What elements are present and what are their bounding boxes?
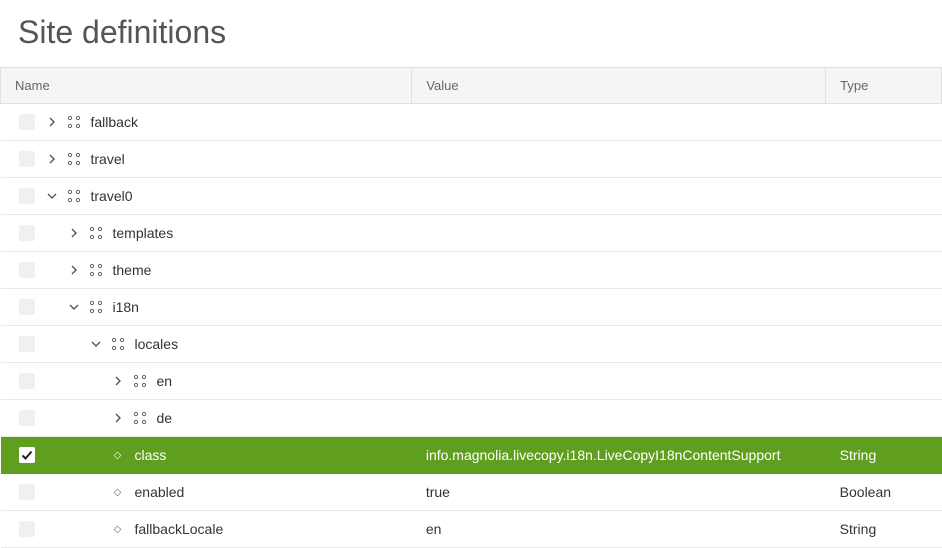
row-name-label: enabled xyxy=(135,484,185,500)
column-header-name[interactable]: Name xyxy=(1,68,412,104)
row-checkbox[interactable] xyxy=(19,336,35,352)
row-type-cell xyxy=(826,400,942,437)
table-row[interactable]: locales xyxy=(1,326,942,363)
row-checkbox[interactable] xyxy=(19,262,35,278)
content-node-icon xyxy=(87,225,105,241)
table-row[interactable]: de xyxy=(1,400,942,437)
page-title: Site definitions xyxy=(0,0,942,67)
expand-caret-icon[interactable] xyxy=(45,117,59,127)
row-name-label: fallback xyxy=(91,114,138,130)
table-row[interactable]: theme xyxy=(1,252,942,289)
row-value-cell xyxy=(412,104,826,141)
row-type-cell xyxy=(826,178,942,215)
row-checkbox[interactable] xyxy=(19,151,35,167)
row-name-label: travel xyxy=(91,151,125,167)
row-value-cell: true xyxy=(412,474,826,511)
collapse-caret-icon[interactable] xyxy=(67,302,81,312)
row-name-label: i18n xyxy=(113,299,139,315)
collapse-caret-icon[interactable] xyxy=(89,339,103,349)
row-checkbox[interactable] xyxy=(19,521,35,537)
table-row[interactable]: travel xyxy=(1,141,942,178)
table-row[interactable]: ◇ class info.magnolia.livecopy.i18n.LiveCo… xyxy=(1,437,942,474)
collapse-caret-icon[interactable] xyxy=(45,191,59,201)
row-type-cell xyxy=(826,289,942,326)
row-checkbox[interactable] xyxy=(19,484,35,500)
row-checkbox[interactable] xyxy=(19,188,35,204)
row-type-cell: Boolean xyxy=(826,474,942,511)
expand-caret-icon[interactable] xyxy=(111,376,125,386)
property-icon: ◇ xyxy=(109,524,127,535)
row-name-label: locales xyxy=(135,336,179,352)
property-icon: ◇ xyxy=(109,450,127,461)
expand-caret-icon[interactable] xyxy=(67,265,81,275)
expand-caret-icon[interactable] xyxy=(111,413,125,423)
row-value-cell xyxy=(412,363,826,400)
row-name-label: class xyxy=(135,447,167,463)
content-node-icon xyxy=(131,373,149,389)
content-node-icon xyxy=(131,410,149,426)
row-checkbox[interactable] xyxy=(19,447,35,463)
column-header-type[interactable]: Type xyxy=(826,68,942,104)
expand-caret-icon[interactable] xyxy=(45,154,59,164)
table-row[interactable]: travel0 xyxy=(1,178,942,215)
table-row[interactable]: templates xyxy=(1,215,942,252)
row-checkbox[interactable] xyxy=(19,299,35,315)
row-name-label: theme xyxy=(113,262,152,278)
property-icon: ◇ xyxy=(109,487,127,498)
row-type-cell xyxy=(826,363,942,400)
column-header-value[interactable]: Value xyxy=(412,68,826,104)
row-value-cell: info.magnolia.livecopy.i18n.LiveCopyI18n… xyxy=(412,437,826,474)
content-node-icon xyxy=(109,336,127,352)
content-node-icon xyxy=(65,114,83,130)
content-node-icon xyxy=(87,299,105,315)
row-checkbox[interactable] xyxy=(19,373,35,389)
row-type-cell xyxy=(826,215,942,252)
expand-caret-icon[interactable] xyxy=(67,228,81,238)
row-value-cell xyxy=(412,400,826,437)
row-value-cell xyxy=(412,289,826,326)
row-name-label: en xyxy=(157,373,173,389)
row-value-cell xyxy=(412,252,826,289)
row-type-cell xyxy=(826,326,942,363)
table-row[interactable]: i18n xyxy=(1,289,942,326)
row-checkbox[interactable] xyxy=(19,410,35,426)
content-node-icon xyxy=(65,188,83,204)
row-value-cell xyxy=(412,141,826,178)
row-value-cell xyxy=(412,215,826,252)
table-row[interactable]: ◇ fallbackLocale enString xyxy=(1,511,942,548)
row-type-cell: String xyxy=(826,511,942,548)
content-node-icon xyxy=(87,262,105,278)
row-type-cell xyxy=(826,252,942,289)
properties-tree-table: Name Value Type fallback travel travel0 … xyxy=(0,67,942,548)
content-node-icon xyxy=(65,151,83,167)
row-name-label: de xyxy=(157,410,173,426)
row-value-cell: en xyxy=(412,511,826,548)
row-type-cell: String xyxy=(826,437,942,474)
row-checkbox[interactable] xyxy=(19,114,35,130)
table-header-row: Name Value Type xyxy=(1,68,942,104)
row-name-label: fallbackLocale xyxy=(135,521,224,537)
table-row[interactable]: en xyxy=(1,363,942,400)
row-value-cell xyxy=(412,178,826,215)
row-type-cell xyxy=(826,141,942,178)
row-name-label: travel0 xyxy=(91,188,133,204)
row-name-label: templates xyxy=(113,225,174,241)
table-row[interactable]: ◇ enabled trueBoolean xyxy=(1,474,942,511)
row-type-cell xyxy=(826,104,942,141)
table-row[interactable]: fallback xyxy=(1,104,942,141)
row-value-cell xyxy=(412,326,826,363)
row-checkbox[interactable] xyxy=(19,225,35,241)
